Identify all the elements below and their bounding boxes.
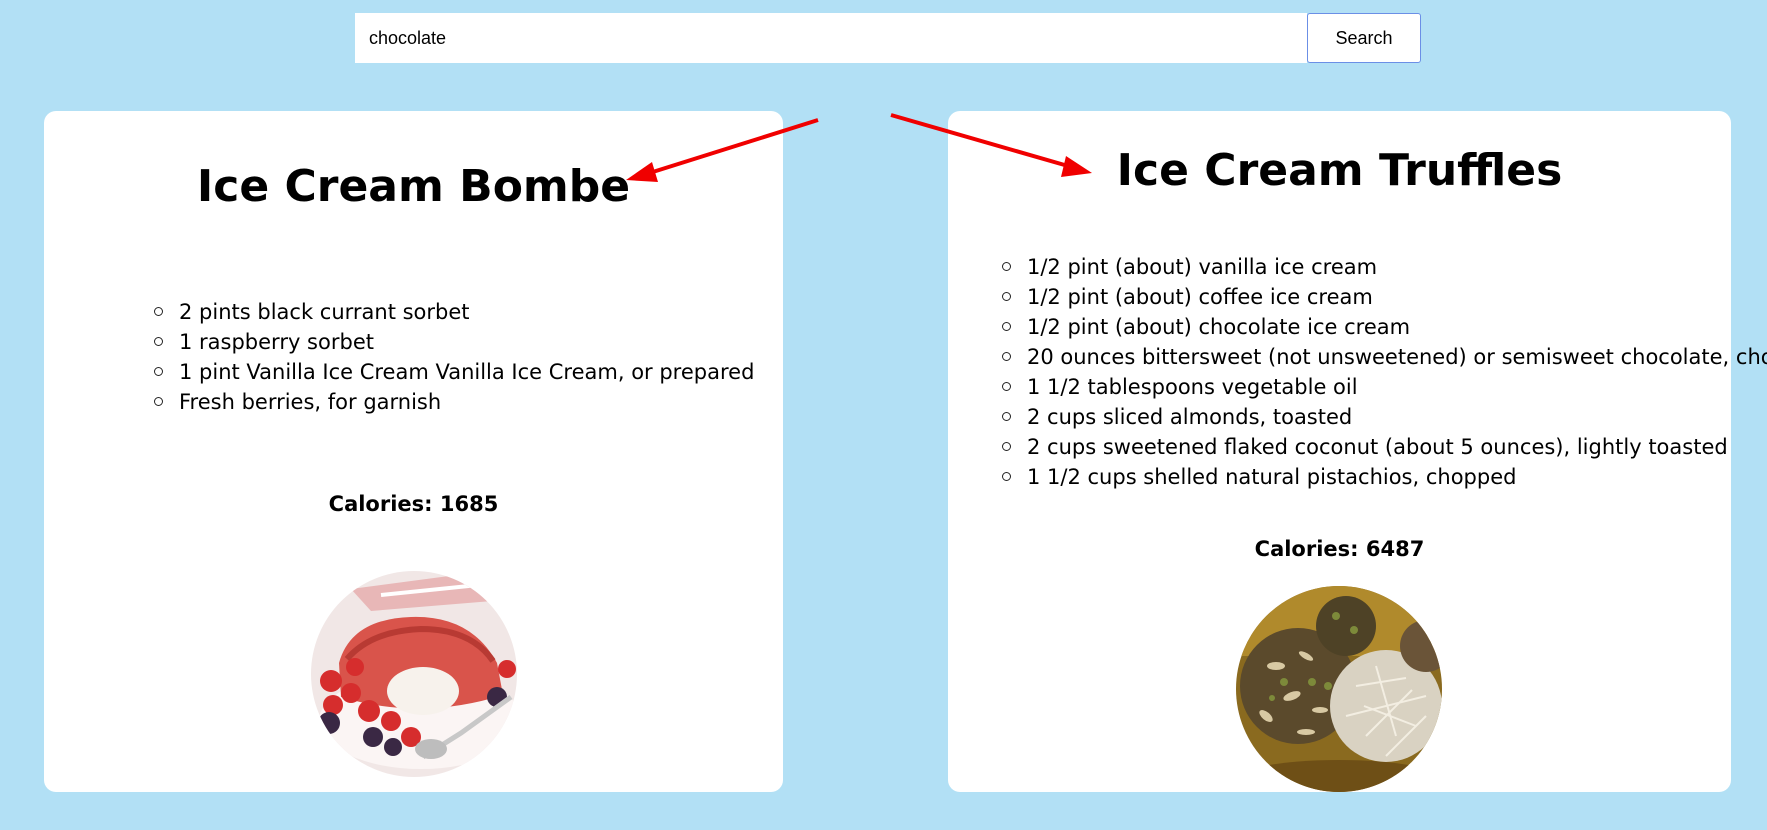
bullet-icon — [1002, 442, 1011, 451]
ingredient-item: 1/2 pint (about) vanilla ice cream — [1002, 252, 1767, 282]
ingredient-item: 2 pints black currant sorbet — [154, 297, 754, 327]
ingredient-text: 2 pints black currant sorbet — [179, 300, 470, 324]
bullet-icon — [1002, 472, 1011, 481]
bullet-icon — [1002, 262, 1011, 271]
ingredient-list: 1/2 pint (about) vanilla ice cream 1/2 p… — [1002, 252, 1767, 492]
ingredient-text: 2 cups sweetened flaked coconut (about 5… — [1027, 435, 1728, 459]
recipe-title: Ice Cream Bombe — [196, 161, 631, 212]
bullet-icon — [1002, 382, 1011, 391]
ingredient-item: 1 raspberry sorbet — [154, 327, 754, 357]
bullet-icon — [154, 307, 163, 316]
ingredient-item: 2 cups sweetened flaked coconut (about 5… — [1002, 432, 1767, 462]
bullet-icon — [154, 337, 163, 346]
ingredient-text: 1 pint Vanilla Ice Cream Vanilla Ice Cre… — [179, 360, 755, 384]
ingredient-item: 2 cups sliced almonds, toasted — [1002, 402, 1767, 432]
ingredient-text: 1 1/2 cups shelled natural pistachios, c… — [1027, 465, 1517, 489]
recipe-photo — [311, 571, 517, 777]
search-input[interactable] — [355, 13, 1307, 63]
bullet-icon — [154, 397, 163, 406]
ingredient-item: 1/2 pint (about) coffee ice cream — [1002, 282, 1767, 312]
ingredient-text: 1/2 pint (about) vanilla ice cream — [1027, 255, 1378, 279]
ice-cream-truffles-image — [1236, 586, 1442, 792]
search-button[interactable]: Search — [1307, 13, 1421, 63]
ingredient-text: 1/2 pint (about) coffee ice cream — [1027, 285, 1373, 309]
ingredient-text: 1 raspberry sorbet — [179, 330, 374, 354]
bullet-icon — [1002, 292, 1011, 301]
recipe-card: Ice Cream Truffles 1/2 pint (about) vani… — [948, 111, 1767, 792]
ingredient-item: 1 pint Vanilla Ice Cream Vanilla Ice Cre… — [154, 357, 754, 387]
bullet-icon — [1002, 352, 1011, 361]
search-bar: Search — [355, 13, 1421, 63]
ingredient-text: 1 1/2 tablespoons vegetable oil — [1027, 375, 1358, 399]
ingredient-text: Fresh berries, for garnish — [179, 390, 442, 414]
ingredient-list: 2 pints black currant sorbet 1 raspberry… — [154, 297, 754, 417]
ingredient-item: 1 1/2 cups shelled natural pistachios, c… — [1002, 462, 1767, 492]
ingredient-text: 1/2 pint (about) chocolate ice cream — [1027, 315, 1411, 339]
ingredient-text: 20 ounces bittersweet (not unsweetened) … — [1027, 345, 1767, 369]
ice-cream-bombe-image — [311, 571, 517, 777]
calories-label: Calories: 6487 — [1254, 537, 1425, 561]
recipe-photo — [1236, 586, 1442, 792]
ingredient-item: 20 ounces bittersweet (not unsweetened) … — [1002, 342, 1767, 372]
bullet-icon — [1002, 322, 1011, 331]
ingredient-text: 2 cups sliced almonds, toasted — [1027, 405, 1353, 429]
calories-label: Calories: 1685 — [328, 492, 499, 516]
bullet-icon — [154, 367, 163, 376]
bullet-icon — [1002, 412, 1011, 421]
recipe-title: Ice Cream Truffles — [1116, 145, 1563, 196]
recipe-card: Ice Cream Bombe 2 pints black currant so… — [44, 111, 783, 792]
ingredient-item: Fresh berries, for garnish — [154, 387, 754, 417]
ingredient-item: 1 1/2 tablespoons vegetable oil — [1002, 372, 1767, 402]
ingredient-item: 1/2 pint (about) chocolate ice cream — [1002, 312, 1767, 342]
